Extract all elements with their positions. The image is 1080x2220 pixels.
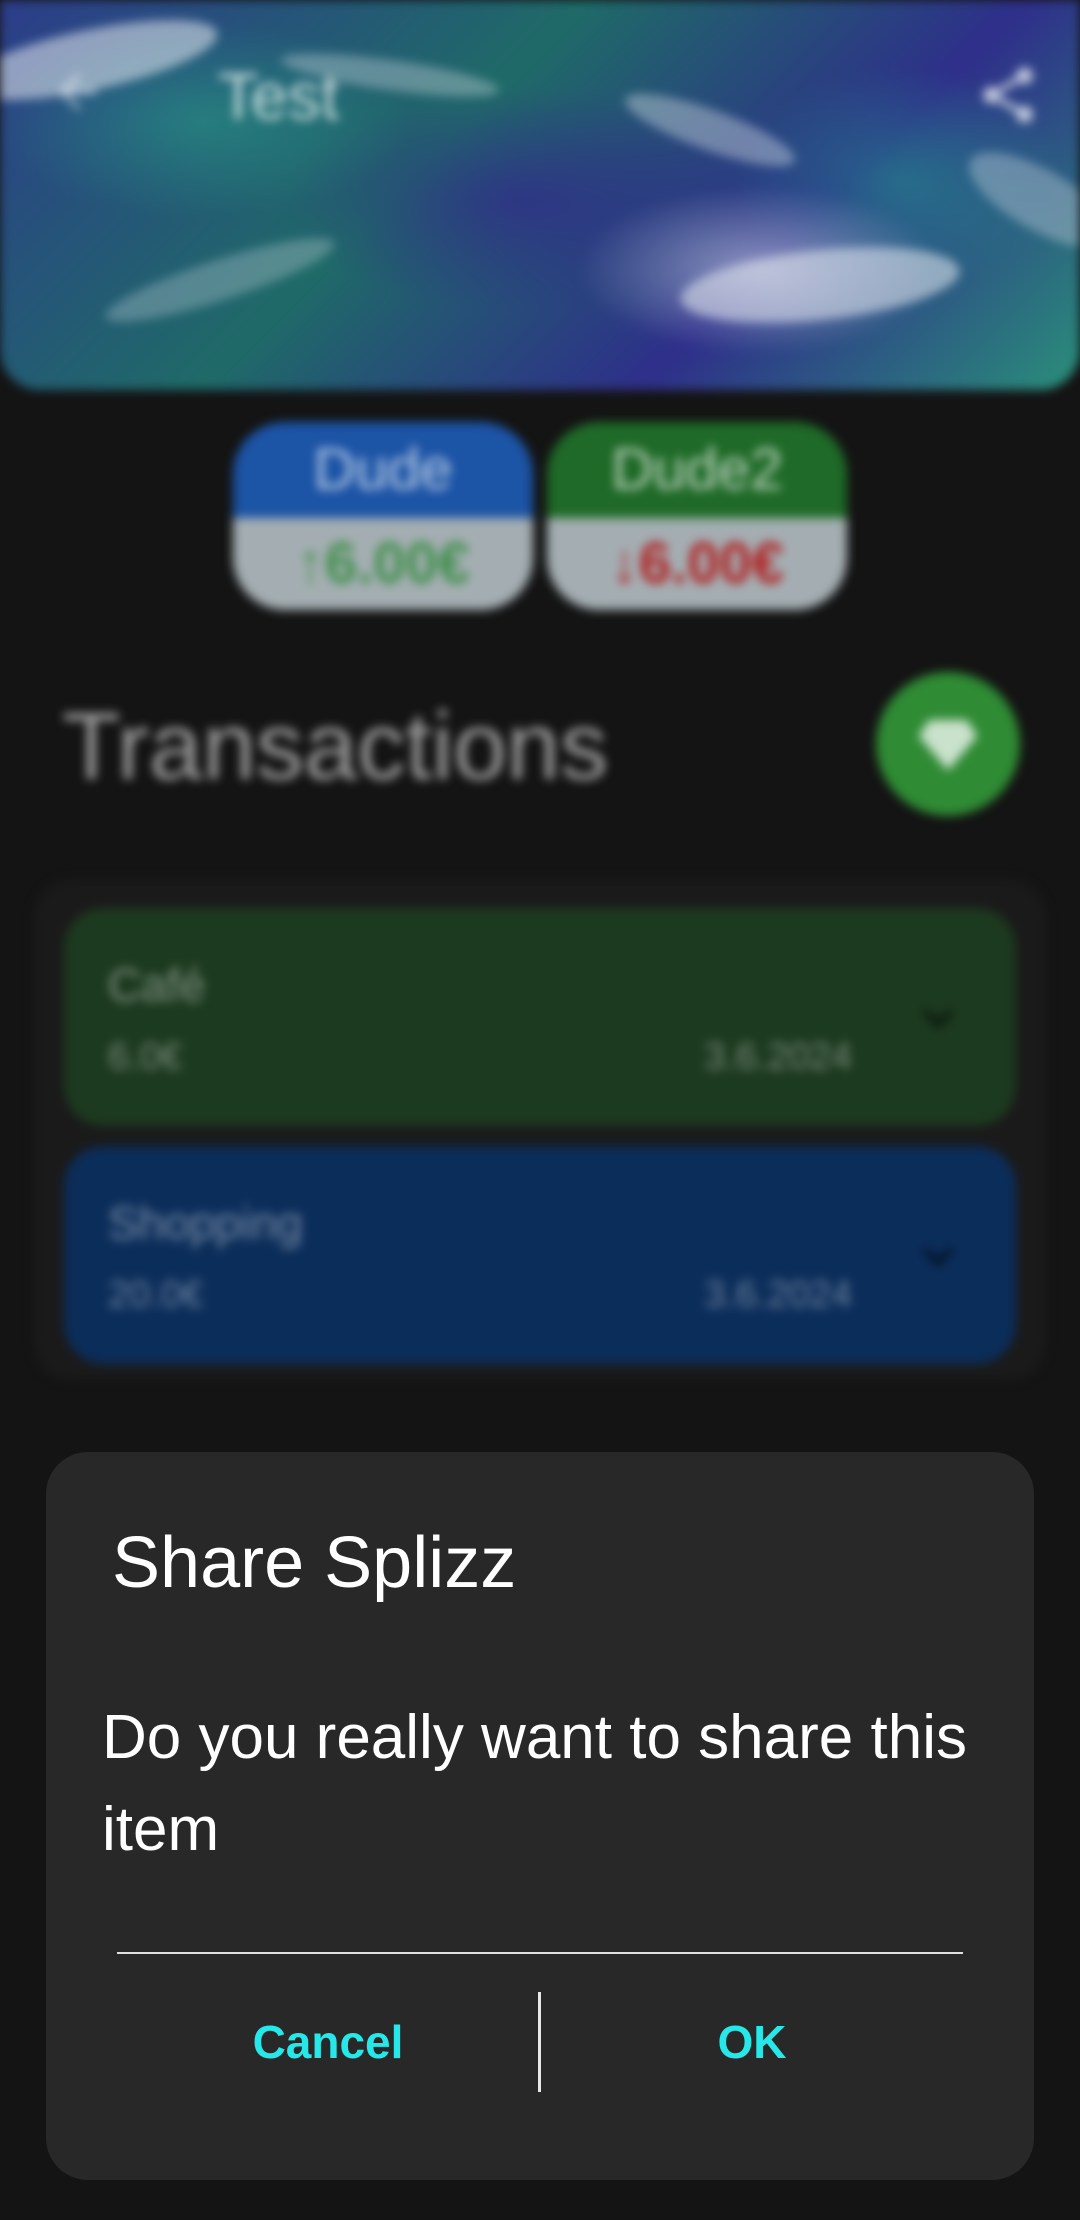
transaction-amount: 6.0€	[108, 1036, 182, 1078]
transaction-card-shopping[interactable]: Shopping 20.0€ 3.6.2024	[64, 1146, 1016, 1364]
diamond-icon	[918, 720, 978, 771]
dialog-divider	[117, 1952, 963, 1954]
participant-name: Dude	[233, 422, 533, 518]
screen: Test Dude ↑6.00€ Dude2 ↓6.00€ Transactio…	[0, 0, 1080, 2220]
page-title: Test	[218, 59, 340, 133]
transaction-name: Shopping	[108, 1197, 303, 1249]
chevron-down-icon[interactable]	[918, 998, 958, 1038]
header-banner: Test	[0, 0, 1080, 390]
transaction-date: 3.6.2024	[704, 1036, 852, 1078]
ok-button[interactable]: OK	[542, 1990, 962, 2094]
arrow-down-icon: ↓	[609, 531, 639, 596]
participant-balance: ↓6.00€	[547, 518, 847, 610]
arrow-left-icon[interactable]	[50, 64, 106, 120]
dialog-title: Share Splizz	[112, 1523, 517, 1603]
transaction-name: Café	[108, 959, 206, 1011]
arrow-up-icon: ↑	[295, 531, 325, 596]
cancel-button[interactable]: Cancel	[118, 1990, 538, 2094]
participant-name: Dude2	[547, 422, 847, 518]
participant-chip-dude[interactable]: Dude ↑6.00€	[233, 422, 533, 610]
transaction-amount: 20.0€	[108, 1274, 204, 1316]
transaction-date: 3.6.2024	[704, 1274, 852, 1316]
chevron-down-icon[interactable]	[918, 1236, 958, 1276]
transaction-card-cafe[interactable]: Café 6.0€ 3.6.2024	[64, 908, 1016, 1126]
participant-chip-dude2[interactable]: Dude2 ↓6.00€	[547, 422, 847, 610]
transactions-heading: Transactions	[62, 693, 608, 800]
share-dialog: Share Splizz Do you really want to share…	[46, 1452, 1034, 2180]
participant-balance: ↑6.00€	[233, 518, 533, 610]
add-transaction-button[interactable]	[876, 672, 1020, 816]
dialog-message: Do you really want to share this item	[102, 1703, 967, 1864]
share-icon[interactable]	[975, 62, 1041, 128]
button-divider	[538, 1992, 541, 2092]
